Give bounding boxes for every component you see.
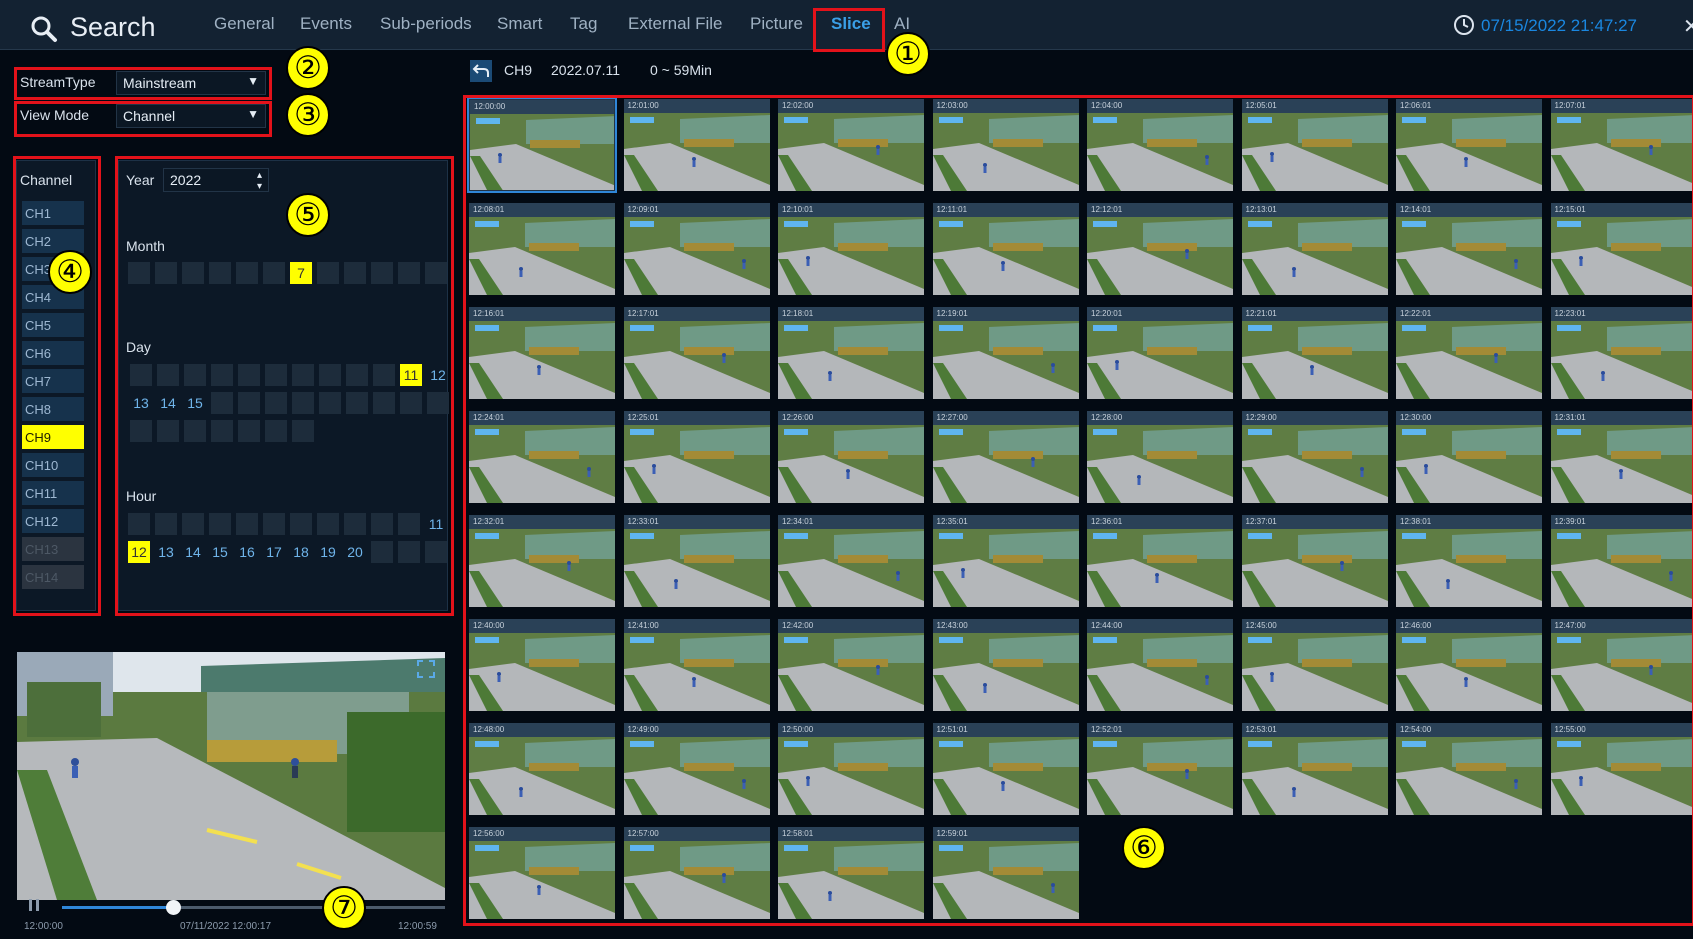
- back-arrow-icon[interactable]: [470, 60, 492, 82]
- slice-date: 2022.07.11: [551, 62, 621, 78]
- screenshot-canvas: Search General Events Sub-periods Smart …: [0, 0, 1693, 939]
- slice-range: 0 ~ 59Min: [650, 62, 712, 78]
- playback-current-time: 07/11/2022 12:00:17: [180, 921, 272, 932]
- page-title: Search: [70, 12, 156, 42]
- annotation-marker-1: ①: [886, 32, 930, 76]
- search-icon: [31, 16, 57, 42]
- tab-general[interactable]: General: [214, 14, 274, 38]
- tab-sub-periods[interactable]: Sub-periods: [380, 14, 472, 38]
- annotation-marker-5: ⑤: [286, 193, 330, 237]
- annotation-box-5: [115, 156, 454, 616]
- annotation-box-4: [13, 156, 101, 616]
- preview-image: [17, 652, 445, 900]
- playback-start-time: 12:00:00: [24, 921, 63, 932]
- tab-tag[interactable]: Tag: [570, 14, 597, 38]
- playback-slider[interactable]: [62, 900, 445, 915]
- playback-knob[interactable]: [166, 900, 182, 915]
- tab-external-file[interactable]: External File: [628, 14, 722, 38]
- tab-events[interactable]: Events: [300, 14, 352, 38]
- close-icon[interactable]: ✕: [1683, 14, 1693, 38]
- playback-end-time: 12:00:59: [398, 921, 437, 932]
- annotation-box-1: [813, 8, 885, 52]
- annotation-box-6: [463, 95, 1693, 926]
- dvr-search-screen: Search General Events Sub-periods Smart …: [0, 0, 1693, 939]
- tab-smart[interactable]: Smart: [497, 14, 542, 38]
- annotation-marker-7: ⑦: [322, 886, 366, 930]
- fullscreen-icon[interactable]: [417, 660, 435, 678]
- slice-channel: CH9: [504, 62, 533, 78]
- video-preview[interactable]: [17, 652, 445, 900]
- clock-icon: [1454, 15, 1474, 35]
- pause-icon[interactable]: [27, 898, 41, 912]
- annotation-marker-4: ④: [48, 250, 92, 294]
- annotation-marker-6: ⑥: [1122, 826, 1166, 870]
- search-title: Search: [30, 12, 180, 42]
- annotation-box-3: [14, 101, 272, 137]
- system-clock: 07/15/2022 21:47:27: [1453, 14, 1668, 38]
- tab-picture[interactable]: Picture: [750, 14, 803, 38]
- annotation-box-2: [14, 67, 272, 100]
- annotation-marker-2: ②: [286, 46, 330, 90]
- playback-progress: [62, 906, 174, 909]
- annotation-marker-3: ③: [286, 93, 330, 137]
- datetime-text: 07/15/2022 21:47:27: [1481, 16, 1637, 35]
